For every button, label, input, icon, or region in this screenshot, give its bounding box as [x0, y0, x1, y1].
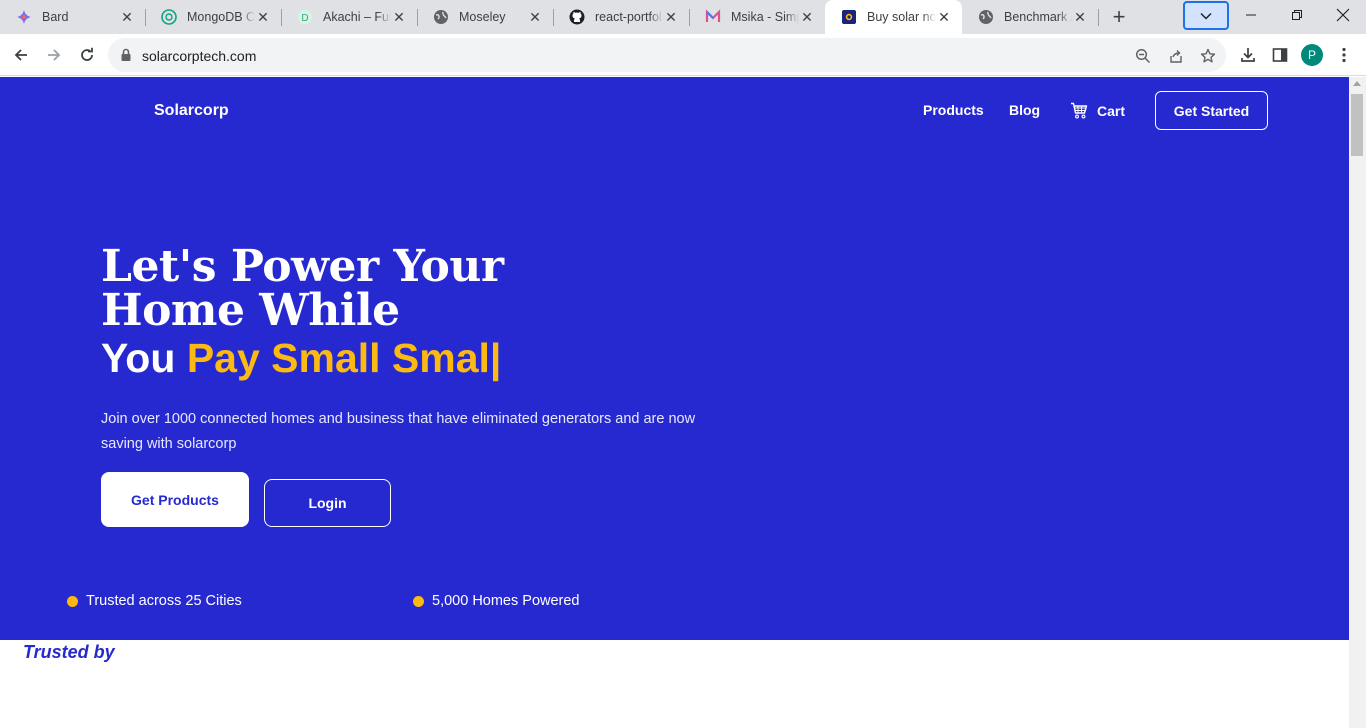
hero-subline-highlight: Pay Small Smal| [186, 335, 502, 381]
close-icon[interactable]: ✕ [119, 9, 135, 25]
hero-description: Join over 1000 connected homes and busin… [101, 411, 696, 452]
hero-section: Solarcorp Products Blog Cart Get Started… [0, 77, 1349, 640]
tab-title: MongoDB Co [187, 10, 255, 24]
chevron-down-icon [1200, 12, 1212, 20]
stat-homes: 5,000 Homes Powered [413, 593, 580, 609]
nav-blog[interactable]: Blog [1009, 102, 1040, 118]
stat-homes-label: 5,000 Homes Powered [432, 593, 580, 609]
close-icon[interactable]: ✕ [663, 9, 679, 25]
close-icon[interactable]: ✕ [527, 9, 543, 25]
svg-text:D: D [301, 13, 308, 24]
tab-akachi[interactable]: D Akachi – Full ✕ [281, 0, 417, 34]
minimize-icon [1246, 14, 1256, 16]
bard-sparkle-icon [16, 9, 32, 25]
back-button[interactable] [7, 41, 35, 69]
stat-cities: Trusted across 25 Cities [67, 593, 242, 609]
tab-title: Benchmark A [1004, 10, 1072, 24]
hero-subline-prefix: You [101, 335, 176, 381]
chatgpt-icon [161, 9, 177, 25]
tab-moseley[interactable]: Moseley ✕ [417, 0, 553, 34]
forward-button[interactable] [40, 41, 68, 69]
bookmark-button[interactable] [1197, 45, 1219, 67]
window-close-button[interactable] [1320, 0, 1366, 30]
hero-subline: You Pay Small Smal| [101, 335, 501, 382]
address-url: solarcorptech.com [142, 48, 257, 64]
stat-cities-label: Trusted across 25 Cities [86, 593, 242, 609]
zoom-button[interactable] [1132, 45, 1154, 67]
tab-bard[interactable]: Bard ✕ [0, 0, 145, 34]
new-tab-button[interactable]: + [1107, 4, 1131, 29]
tab-mongodb[interactable]: MongoDB Co ✕ [145, 0, 281, 34]
hero-headline: Let's Power Your Home While [101, 241, 504, 336]
reload-icon [81, 47, 93, 61]
profile-avatar[interactable]: P [1301, 44, 1323, 66]
tab-title: Bard [42, 10, 69, 24]
scroll-up-arrow-icon[interactable] [1353, 81, 1361, 86]
msika-icon [705, 9, 721, 25]
bullet-dot-icon [413, 595, 424, 607]
globe-icon [433, 9, 449, 25]
tab-benchmark[interactable]: Benchmark A ✕ [962, 0, 1098, 34]
github-icon [569, 9, 585, 25]
lock-icon [120, 48, 132, 67]
arrow-right-icon [48, 49, 61, 61]
login-button[interactable]: Login [264, 479, 391, 527]
tab-title: Akachi – Full [323, 10, 391, 24]
page-viewport: Solarcorp Products Blog Cart Get Started… [0, 77, 1349, 728]
tab-search-button[interactable] [1183, 1, 1229, 30]
more-vert-icon [1342, 47, 1346, 63]
menu-button[interactable] [1330, 41, 1358, 69]
site-logo[interactable]: Solarcorp [154, 102, 229, 120]
tab-title: Msika - Simp [731, 10, 799, 24]
nav-cart[interactable]: Cart [1070, 102, 1125, 119]
close-icon[interactable]: ✕ [936, 9, 952, 25]
downloads-button[interactable] [1234, 41, 1262, 69]
tab-title: Buy solar no [867, 10, 936, 24]
star-icon [1200, 48, 1216, 63]
scroll-thumb[interactable] [1351, 94, 1363, 156]
cart-icon [1071, 102, 1088, 119]
share-icon [1170, 50, 1182, 63]
arrow-left-icon [14, 49, 27, 61]
zoom-out-icon [1135, 48, 1151, 64]
tab-divider [1098, 9, 1099, 26]
tab-strip: Bard ✕ MongoDB Co ✕ D Akachi – Full ✕ Mo… [0, 0, 1366, 34]
share-button[interactable] [1165, 45, 1187, 67]
tab-react-portfolio[interactable]: react-portfol ✕ [553, 0, 689, 34]
close-icon[interactable]: ✕ [799, 9, 815, 25]
globe-icon [978, 9, 994, 25]
nav-products[interactable]: Products [923, 102, 984, 118]
restore-button[interactable] [1274, 0, 1320, 30]
close-icon[interactable]: ✕ [1072, 9, 1088, 25]
close-icon[interactable]: ✕ [391, 9, 407, 25]
tab-title: react-portfol [595, 10, 662, 24]
tab-solarcorp-active[interactable]: Buy solar no ✕ [825, 0, 962, 34]
download-icon [1241, 48, 1255, 62]
nav-cart-label: Cart [1097, 102, 1126, 119]
side-panel-icon [1272, 48, 1288, 62]
trusted-by-heading: Trusted by [23, 642, 115, 662]
minimize-button[interactable] [1228, 0, 1274, 30]
page-scrollbar[interactable] [1349, 77, 1366, 728]
get-started-button[interactable]: Get Started [1155, 91, 1268, 130]
reload-button[interactable] [73, 41, 101, 69]
get-products-button[interactable]: Get Products [101, 472, 249, 527]
browser-toolbar: solarcorptech.com P [0, 34, 1366, 76]
akachi-icon: D [297, 9, 313, 25]
bullet-dot-icon [67, 595, 78, 607]
restore-icon [1292, 10, 1302, 20]
close-icon[interactable]: ✕ [255, 9, 271, 25]
close-icon [1336, 8, 1350, 22]
solarcorp-icon [841, 9, 857, 25]
address-bar[interactable]: solarcorptech.com [108, 38, 1226, 72]
tab-title: Moseley [459, 10, 506, 24]
side-panel-button[interactable] [1266, 41, 1294, 69]
tab-msika[interactable]: Msika - Simp ✕ [689, 0, 825, 34]
